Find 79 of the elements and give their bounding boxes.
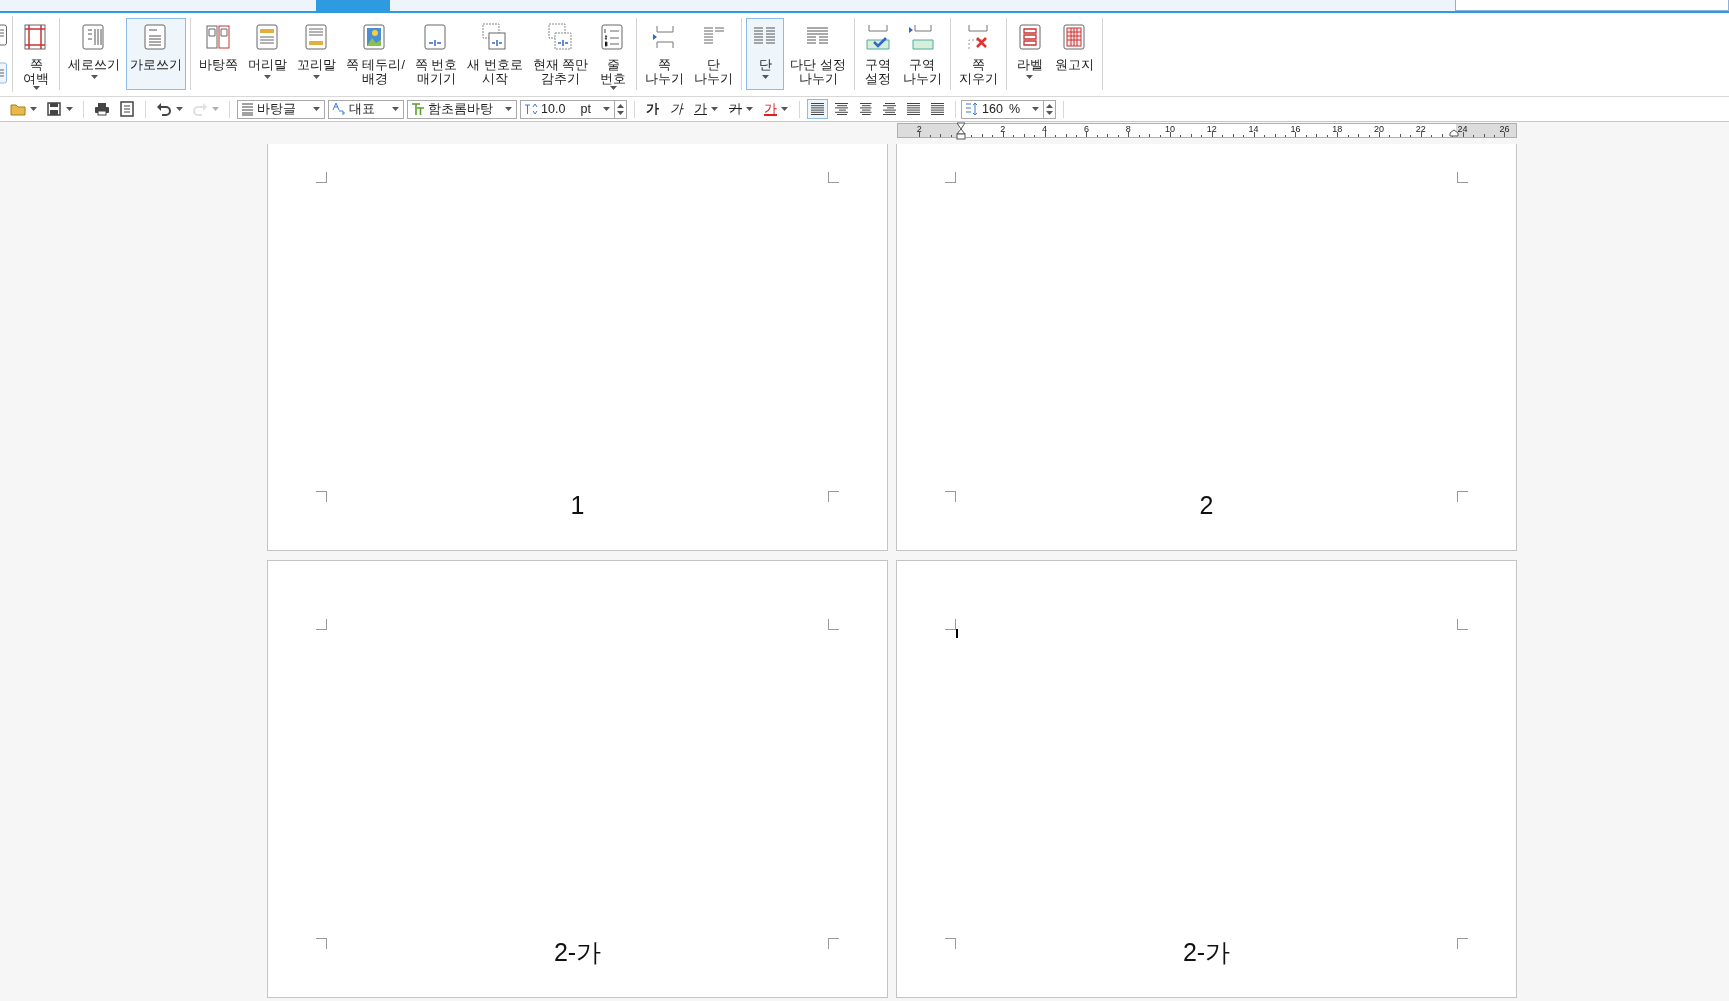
ribbon-button[interactable]: 세로쓰기	[64, 18, 124, 90]
caret-icon	[392, 107, 399, 111]
folder-icon	[10, 101, 26, 117]
ruler-number: 22	[1415, 124, 1426, 134]
line-spacing-icon	[965, 102, 979, 116]
caret-icon	[313, 107, 320, 111]
indent-marker-icon[interactable]	[1449, 129, 1460, 137]
page-number: 2-가	[553, 937, 602, 968]
ribbon-button[interactable]: 바탕쪽	[195, 18, 242, 90]
ruler-number: 2	[916, 124, 922, 134]
spin-button[interactable]	[1043, 99, 1056, 119]
align-lines-icon	[858, 102, 873, 116]
strikethrough-button[interactable]: 가	[725, 99, 757, 119]
print-icon	[94, 101, 110, 117]
font-icon	[411, 102, 425, 116]
align-lines-icon	[906, 102, 921, 116]
align-lines-icon	[810, 102, 825, 116]
page-number: 1	[570, 490, 585, 521]
ruler-number: 24	[1457, 124, 1468, 134]
ruler-number: 6	[1083, 124, 1089, 134]
ribbon-button[interactable]: 쪽 나누기	[641, 18, 689, 90]
ribbon-button[interactable]: 원고지	[1050, 18, 1098, 90]
ruler-number: 2	[1000, 124, 1006, 134]
section-break-icon	[908, 23, 937, 51]
ribbon-button[interactable]: 머리말	[244, 18, 291, 90]
ruler-number: 4	[1042, 124, 1048, 134]
ribbon-button[interactable]: 가로쓰기	[126, 18, 186, 90]
save-icon	[46, 101, 62, 117]
ruler-number: 10	[1165, 124, 1175, 134]
ruler-number: 8	[1125, 124, 1131, 134]
ruler-number: 18	[1332, 124, 1343, 134]
language-dropdown[interactable]: 대표	[328, 99, 404, 119]
style-dropdown[interactable]: 바탕글	[237, 99, 325, 119]
bold-button[interactable]: 가	[642, 99, 663, 119]
spin-button[interactable]	[614, 99, 627, 119]
ribbon-button[interactable]: 현재 쪽만 감추기	[528, 18, 593, 90]
ribbon-button[interactable]: 꼬리말	[293, 18, 340, 90]
ribbon-button[interactable]: 구역 설정	[858, 18, 897, 90]
indent-marker-icon[interactable]	[956, 122, 966, 140]
ribbon-button[interactable]: 다단 설정 나누기	[786, 18, 850, 90]
ribbon-button[interactable]: 새 번호로 시작	[463, 18, 527, 90]
ribbon-button[interactable]: 라벨	[1010, 18, 1049, 90]
ruler[interactable]: 2 2 4 6 8 10 12 14 16 18 20 22 24 26	[897, 123, 1517, 138]
font-size-field[interactable]: 10.0 pt	[520, 99, 615, 119]
align-lines-icon	[882, 102, 897, 116]
ribbon-button[interactable]: 쪽 지우기	[954, 18, 1002, 90]
page-number: 2	[1199, 490, 1214, 521]
redo-icon	[192, 101, 208, 117]
line-spacing-field[interactable]: 160 %	[961, 99, 1044, 119]
ribbon-button[interactable]: 쪽 번호 매기기	[410, 18, 462, 90]
italic-button[interactable]: 가	[666, 99, 687, 119]
document-icon	[119, 101, 135, 117]
ribbon-button[interactable]: 단 나누기	[690, 18, 738, 90]
align-lines-icon	[834, 102, 849, 116]
paragraph-lines-icon	[241, 102, 254, 116]
font-dropdown[interactable]: 함초롬바탕	[407, 99, 517, 119]
align-button[interactable]	[807, 99, 828, 119]
ribbon-button[interactable]: 단	[746, 18, 785, 90]
undo-icon	[156, 101, 172, 117]
underline-button[interactable]: 가	[690, 99, 722, 119]
ruler-number: 14	[1248, 124, 1259, 134]
hidden-page-icon	[546, 23, 575, 51]
caret-icon	[505, 107, 512, 111]
section-check-icon	[863, 23, 892, 51]
ruler-number: 26	[1499, 124, 1510, 134]
ribbon-button[interactable]: 쪽 여백	[17, 18, 55, 90]
ruler-number: 20	[1374, 124, 1384, 134]
ruler-number: 12	[1206, 124, 1217, 134]
language-icon	[332, 102, 346, 116]
text-color-button[interactable]: 가	[760, 99, 792, 119]
align-lines-icon	[930, 102, 945, 116]
ribbon-button[interactable]: 구역 나누기	[898, 18, 946, 90]
two-page-icon	[204, 23, 233, 51]
search-field[interactable]	[1455, 0, 1729, 11]
page-number: 2-가	[1182, 937, 1231, 968]
ribbon-button[interactable]: 쪽 테두리/ 배경	[342, 18, 409, 90]
ruler-number: 16	[1290, 124, 1301, 134]
ribbon-button[interactable]: 줄 번호	[594, 18, 633, 90]
font-size-icon	[524, 102, 538, 116]
